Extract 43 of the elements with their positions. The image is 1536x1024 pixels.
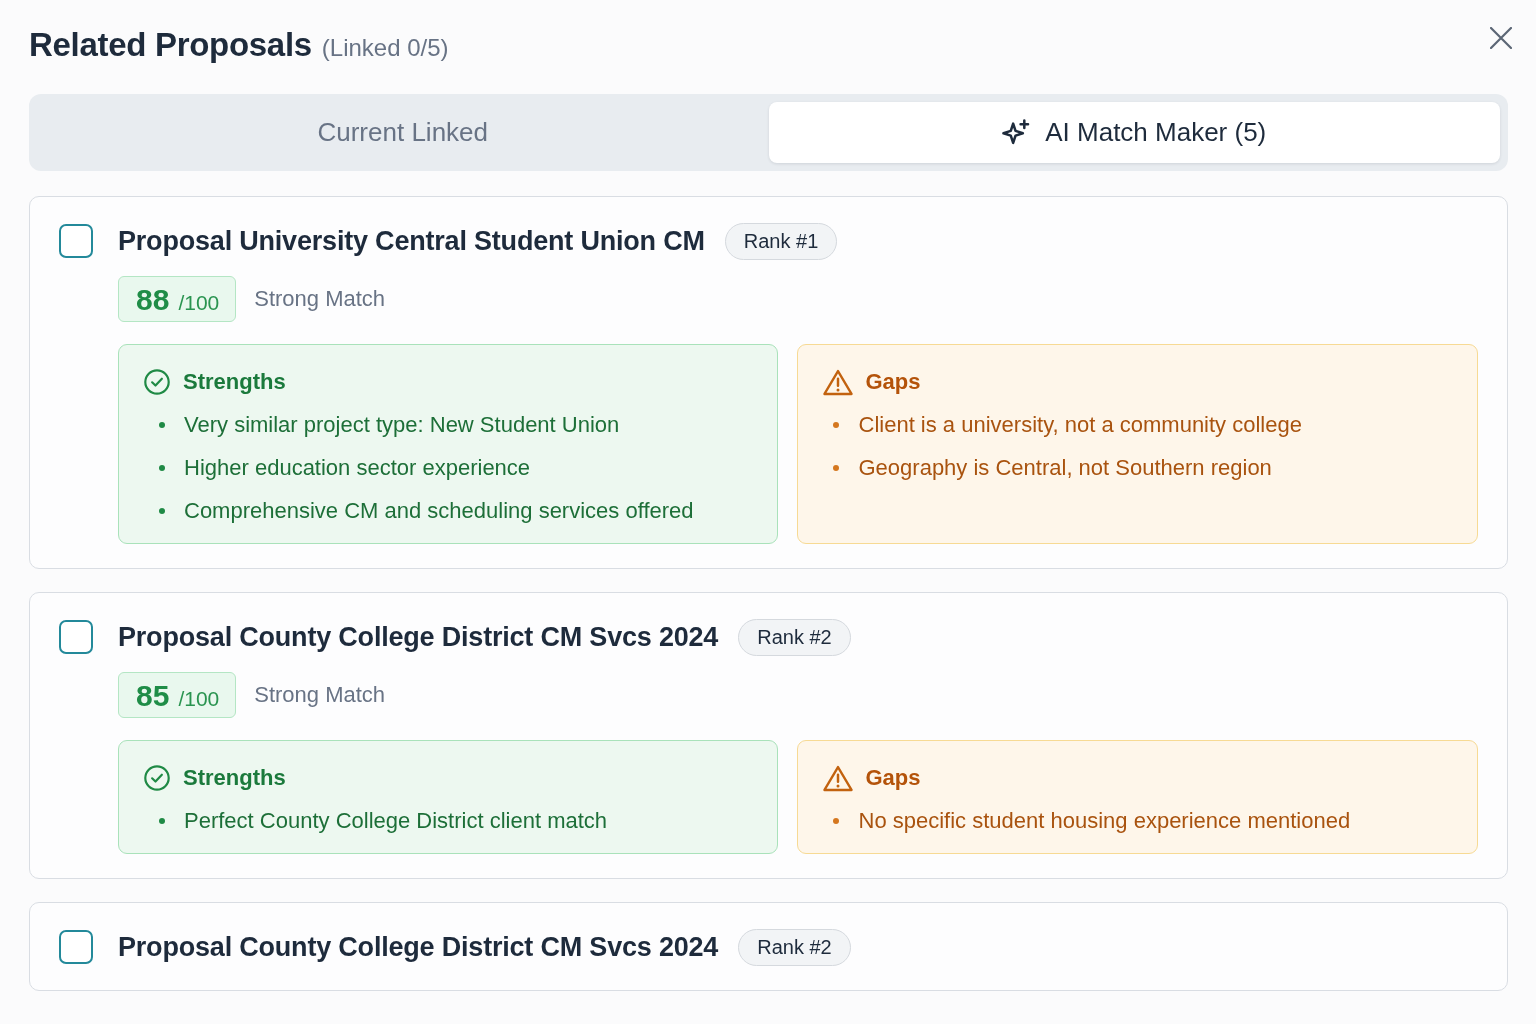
checkbox[interactable]: [59, 224, 93, 258]
check-circle-icon: [144, 765, 170, 791]
tab[interactable]: Current Linked: [37, 102, 769, 163]
proposal-title: Proposal County College District CM Svcs 2024: [118, 621, 719, 653]
rank-tag: Rank #1: [724, 222, 838, 260]
bullet-icon: [832, 465, 839, 471]
strength-item: Perfect County College District client match: [184, 808, 608, 834]
gaps-heading: Gaps: [865, 765, 921, 791]
bullet-icon: [832, 818, 839, 824]
proposal-title: Proposal County College District CM Svcs 2024: [118, 931, 719, 963]
rank-tag: Rank #2: [738, 618, 851, 656]
score-value: 85: [136, 679, 170, 713]
score-max: /100: [178, 687, 220, 711]
checkbox[interactable]: [59, 930, 93, 964]
rank-tag: Rank #2: [738, 928, 851, 966]
check-circle-icon: [144, 369, 170, 395]
gap-item: Client is a university, not a community college: [858, 412, 1302, 438]
bullet-icon: [159, 422, 165, 428]
linked-count: (Linked 0/5): [321, 34, 449, 62]
sparkle-icon: [1002, 119, 1032, 146]
strength-item: Comprehensive CM and scheduling services offered: [184, 498, 694, 524]
checkbox[interactable]: [59, 620, 93, 654]
strength-item: Very similar project type: New Student Union: [184, 412, 620, 438]
strengths-heading: Strengths: [183, 765, 286, 791]
close-icon[interactable]: [1490, 27, 1512, 49]
warning-icon: [822, 764, 853, 792]
proposal-title: Proposal University Central Student Union CM: [118, 225, 705, 257]
bullet-icon: [832, 422, 839, 428]
gap-item: No specific student housing experience mentioned: [858, 808, 1351, 834]
dialog-title: Related Proposals: [29, 26, 312, 64]
score-value: 88: [136, 283, 170, 317]
match-label: Strong Match: [254, 286, 386, 312]
bullet-icon: [159, 508, 165, 514]
score-max: /100: [178, 291, 220, 315]
gap-item: Geography is Central, not Southern region: [858, 455, 1272, 481]
tab[interactable]: AI Match Maker (5): [768, 102, 1500, 163]
gaps-heading: Gaps: [865, 369, 921, 395]
bullet-icon: [159, 818, 165, 824]
warning-icon: [822, 368, 853, 396]
strengths-heading: Strengths: [183, 369, 286, 395]
bullet-icon: [159, 465, 165, 471]
match-label: Strong Match: [254, 682, 386, 708]
strength-item: Higher education sector experience: [184, 455, 531, 481]
